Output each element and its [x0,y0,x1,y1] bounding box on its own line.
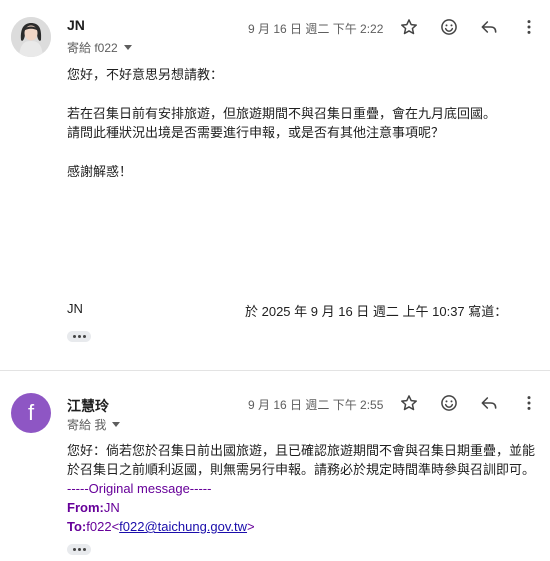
add-reaction-button[interactable] [437,391,461,415]
email-message-1: JN 寄給 f022 9 月 16 日 週二 下午 2:22 您好，不好意思另想… [0,0,550,362]
body-line: 您好：倘若您於召集日前出國旅遊，且已確認旅遊期間不會與召集日期重疊，並能 [67,443,536,458]
reply-button[interactable] [477,15,501,39]
message-divider [0,370,550,371]
reply-icon [481,397,497,409]
star-button[interactable] [397,15,421,39]
recipient-label: 寄給 f022 [67,41,118,55]
message-body: 您好，不好意思另想請教： 若在召集日前有安排旅遊，但旅遊期間不與召集日重疊，會在… [67,65,496,181]
dot [82,335,86,338]
message-date: 9 月 16 日 週二 下午 2:22 [248,22,384,36]
message-date: 9 月 16 日 週二 下午 2:55 [248,398,384,412]
to-email-link[interactable]: f022@taichung.gov.tw [119,519,247,534]
emoji-icon [441,395,457,411]
dot [82,548,86,551]
to-line: To:f022<f022@taichung.gov.tw> [67,519,255,534]
more-options-button[interactable] [517,15,541,39]
recipient-dropdown[interactable]: 寄給 f022 [67,39,132,56]
emoji-icon [441,19,457,35]
original-message-marker: -----Original message----- [67,481,212,496]
to-name: f022 [86,519,112,534]
to-label: To: [67,519,87,534]
sender-name[interactable]: JN [67,17,85,33]
show-trimmed-content-button[interactable] [67,544,91,555]
body-line: 請問此種狀況出境是否需要進行申報，或是否有其他注意事項呢？ [67,125,445,140]
body-line: 於召集日之前順利返國，則無需另行申報。請務必於規定時間準時參與召訓即可。 [67,462,536,477]
message-body: 您好：倘若您於召集日前出國旅遊，且已確認旅遊期間不會與召集日期重疊，並能 於召集… [67,441,547,536]
from-line: From:JN [67,498,547,517]
body-line: 感謝解惑！ [67,164,133,179]
chevron-down-icon [123,45,132,50]
quote-header-name: JN [67,301,83,316]
dot [72,335,76,338]
sender-name[interactable]: 江慧玲 [67,396,109,416]
star-icon [401,395,417,411]
recipient-label: 寄給 我 [67,418,107,432]
chevron-down-icon [112,422,121,427]
dot [77,335,81,338]
body-line: 您好，不好意思另想請教： [67,67,224,82]
star-button[interactable] [397,391,421,415]
sender-avatar[interactable]: f [11,393,51,433]
email-message-2: f 江慧玲 寄給 我 9 月 16 日 週二 下午 2:55 您好：倘若您於召集… [0,374,550,561]
more-vert-icon [527,396,531,410]
body-line: 若在召集日前有安排旅遊，但旅遊期間不與召集日重疊，會在九月底回國。 [67,106,497,121]
avatar-letter: f [27,400,35,425]
from-value: JN [103,500,120,515]
star-icon [401,19,417,35]
show-trimmed-content-button[interactable] [67,331,91,342]
add-reaction-button[interactable] [437,15,461,39]
recipient-dropdown[interactable]: 寄給 我 [67,416,121,433]
more-options-button[interactable] [517,391,541,415]
dot [77,548,81,551]
quote-header-date: 於 2025 年 9 月 16 日 週二 上午 10:37 寫道： [245,304,508,319]
reply-icon [481,21,497,33]
more-vert-icon [527,20,531,34]
dot [72,548,76,551]
reply-button[interactable] [477,391,501,415]
from-label: From: [67,500,104,515]
sender-avatar-photo[interactable] [11,17,51,57]
